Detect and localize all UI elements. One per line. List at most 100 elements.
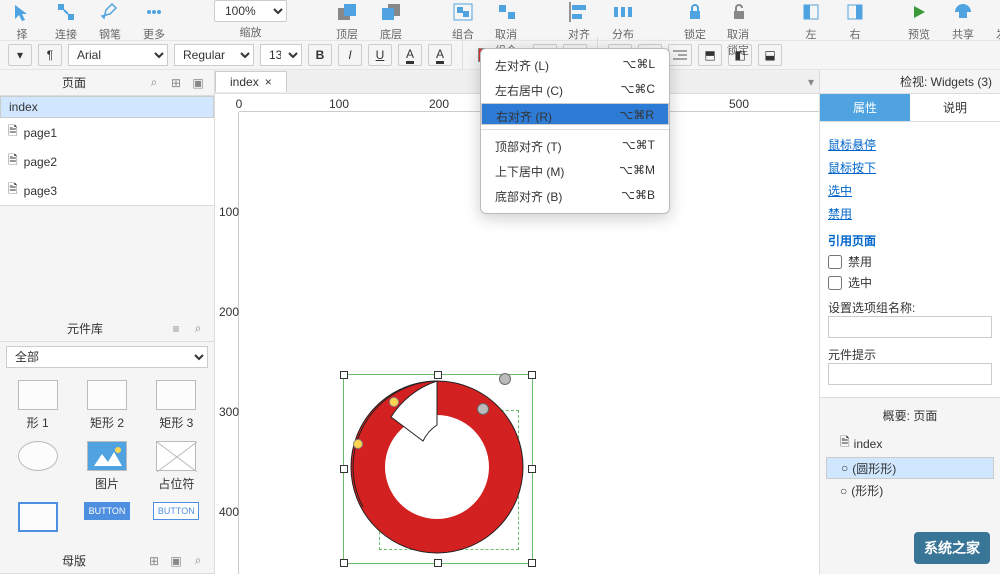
folder-icon[interactable]: ▣ bbox=[190, 75, 206, 91]
vertical-ruler: 100 200 300 400 bbox=[215, 112, 239, 574]
tool-connect[interactable]: 连接 bbox=[54, 0, 78, 42]
tool-front[interactable]: 顶层 bbox=[335, 0, 359, 42]
weight-select[interactable]: Regular bbox=[174, 44, 254, 66]
widget-item[interactable]: 矩形 2 bbox=[77, 380, 136, 431]
tool-distribute[interactable]: 分布 bbox=[611, 0, 635, 42]
paragraph-dropdown[interactable]: ¶ bbox=[38, 44, 62, 66]
interaction-link[interactable]: 禁用 bbox=[828, 205, 992, 222]
shape-icon: ○ bbox=[840, 484, 847, 498]
align-right[interactable] bbox=[668, 44, 692, 66]
close-icon[interactable]: × bbox=[265, 75, 272, 89]
shape-handle[interactable] bbox=[389, 397, 399, 407]
tool-right[interactable]: 右 bbox=[843, 0, 867, 42]
ref-title: 引用页面 bbox=[828, 232, 992, 249]
outline-row[interactable]: ○(圆形形) bbox=[826, 457, 994, 479]
page-row[interactable]: 🗎page1 bbox=[0, 118, 214, 147]
italic-button[interactable]: I bbox=[338, 44, 362, 66]
menu-item-align-bottom[interactable]: 底部对齐 (B)⌥⌘B bbox=[481, 184, 669, 209]
tool-pen[interactable]: 钢笔 bbox=[98, 0, 122, 42]
watermark: 系统之家 bbox=[914, 532, 990, 564]
font-select[interactable]: Arial bbox=[68, 44, 168, 66]
tool-back[interactable]: 底层 bbox=[379, 0, 403, 42]
tool-more[interactable]: 更多 bbox=[142, 0, 166, 42]
left-sidebar: 页面 ⌕ ⊞ ▣ index 🗎page1 🗎page2 🗎page3 元件库 … bbox=[0, 70, 214, 574]
hint-field: 元件提示 bbox=[828, 346, 992, 385]
add-page-icon[interactable]: ⊞ bbox=[168, 75, 184, 91]
tool-align[interactable]: 对齐 bbox=[567, 0, 591, 42]
menu-item-align-left[interactable]: 左对齐 (L)⌥⌘L bbox=[481, 53, 669, 78]
tab-notes[interactable]: 说明 bbox=[910, 94, 1000, 121]
widget-item[interactable] bbox=[8, 502, 67, 532]
page-row[interactable]: 🗎page2 bbox=[0, 147, 214, 176]
page-icon: 🗎 bbox=[8, 122, 18, 143]
library-category[interactable]: 全部 bbox=[6, 346, 208, 368]
right-sidebar: 检视: Widgets (3) 属性 说明 鼠标悬停 鼠标按下 选中 禁用 引用… bbox=[820, 70, 1000, 574]
widget-item[interactable] bbox=[8, 441, 67, 492]
widget-library: 全部 形 1 矩形 2 矩形 3 图片 占位符 BUTTON BUTTON bbox=[0, 342, 214, 548]
widget-item[interactable]: 图片 bbox=[77, 441, 136, 492]
rotate-handle[interactable] bbox=[499, 373, 511, 385]
tool-share[interactable]: 共享 bbox=[951, 0, 975, 42]
tool-publish[interactable]: 发布 bbox=[995, 0, 1000, 42]
menu-item-align-hcenter[interactable]: 左右居中 (C)⌥⌘C bbox=[481, 78, 669, 103]
align-menu: 左对齐 (L)⌥⌘L 左右居中 (C)⌥⌘C 右对齐 (R)⌥⌘R 顶部对齐 (… bbox=[480, 48, 670, 214]
widget-item[interactable]: BUTTON bbox=[77, 502, 136, 532]
hint-input[interactable] bbox=[828, 363, 992, 385]
search-icon[interactable]: ⌕ bbox=[190, 321, 206, 337]
outline-row[interactable]: ○(形形) bbox=[826, 479, 994, 502]
widget-item[interactable]: 占位符 bbox=[147, 441, 206, 492]
tool-left[interactable]: 左 bbox=[799, 0, 823, 42]
main-toolbar: 择 连接 钢笔 更多 100%缩放 顶层 底层 组合 取消 组合 对齐 分布 锁… bbox=[0, 0, 1000, 40]
interaction-link[interactable]: 鼠标悬停 bbox=[828, 136, 992, 153]
inspector-tabs: 属性 说明 bbox=[820, 94, 1000, 122]
search-icon[interactable]: ⌕ bbox=[146, 75, 162, 91]
tool-group[interactable]: 组合 bbox=[451, 0, 475, 42]
tool-lock[interactable]: 锁定 bbox=[683, 0, 707, 42]
page-tab[interactable]: index× bbox=[215, 71, 287, 92]
tool-zoom[interactable]: 100%缩放 bbox=[214, 0, 287, 40]
donut-shape[interactable] bbox=[347, 377, 527, 557]
widgets-grid: 形 1 矩形 2 矩形 3 图片 占位符 BUTTON BUTTON bbox=[0, 372, 214, 540]
valign-top[interactable]: ⬒ bbox=[698, 44, 722, 66]
outline-row[interactable]: 🗎index bbox=[826, 430, 994, 457]
outline-pane: 概要: 页面 🗎index ○(圆形形) ○(形形) bbox=[820, 397, 1000, 508]
tab-properties[interactable]: 属性 bbox=[820, 94, 910, 121]
folder-icon[interactable]: ▣ bbox=[168, 553, 184, 569]
library-header: 元件库 ≡ ⌕ bbox=[0, 316, 214, 342]
inspector-header: 检视: Widgets (3) bbox=[820, 70, 1000, 94]
tool-select[interactable]: 择 bbox=[10, 0, 34, 42]
interaction-link[interactable]: 鼠标按下 bbox=[828, 159, 992, 176]
menu-item-align-top[interactable]: 顶部对齐 (T)⌥⌘T bbox=[481, 134, 669, 159]
tabs-menu-icon[interactable]: ▾ bbox=[803, 74, 819, 90]
arc-handle[interactable] bbox=[477, 403, 489, 415]
add-icon[interactable]: ⊞ bbox=[146, 553, 162, 569]
selected-checkbox[interactable]: 选中 bbox=[828, 274, 992, 291]
underline-button[interactable]: U bbox=[368, 44, 392, 66]
page-row[interactable]: 🗎page3 bbox=[0, 176, 214, 205]
menu-icon[interactable]: ≡ bbox=[168, 321, 184, 337]
widget-item[interactable]: 矩形 3 bbox=[147, 380, 206, 431]
menu-item-align-right[interactable]: 右对齐 (R)⌥⌘R bbox=[481, 103, 669, 125]
menu-item-align-vcenter[interactable]: 上下居中 (M)⌥⌘M bbox=[481, 159, 669, 184]
valign-mid[interactable]: ◧ bbox=[728, 44, 752, 66]
bold-button[interactable]: B bbox=[308, 44, 332, 66]
style-dropdown[interactable]: ▾ bbox=[8, 44, 32, 66]
zoom-select[interactable]: 100% bbox=[214, 0, 287, 22]
page-icon: 🗎 bbox=[840, 433, 850, 454]
page-icon: 🗎 bbox=[8, 151, 18, 172]
page-icon: 🗎 bbox=[8, 180, 18, 201]
page-row[interactable]: index bbox=[0, 96, 214, 118]
textcolor-button[interactable]: A bbox=[398, 44, 422, 66]
valign-bot[interactable]: ⬓ bbox=[758, 44, 782, 66]
widget-item[interactable]: BUTTON bbox=[147, 502, 206, 532]
size-select[interactable]: 13 bbox=[260, 44, 302, 66]
group-name-field: 设置选项组名称: bbox=[828, 299, 992, 338]
search-icon[interactable]: ⌕ bbox=[190, 553, 206, 569]
group-name-input[interactable] bbox=[828, 316, 992, 338]
shape-handle[interactable] bbox=[353, 439, 363, 449]
textcolor2-button[interactable]: A bbox=[428, 44, 452, 66]
interaction-link[interactable]: 选中 bbox=[828, 182, 992, 199]
disable-checkbox[interactable]: 禁用 bbox=[828, 253, 992, 270]
tool-preview[interactable]: 预览 bbox=[907, 0, 931, 42]
widget-item[interactable]: 形 1 bbox=[8, 380, 67, 431]
